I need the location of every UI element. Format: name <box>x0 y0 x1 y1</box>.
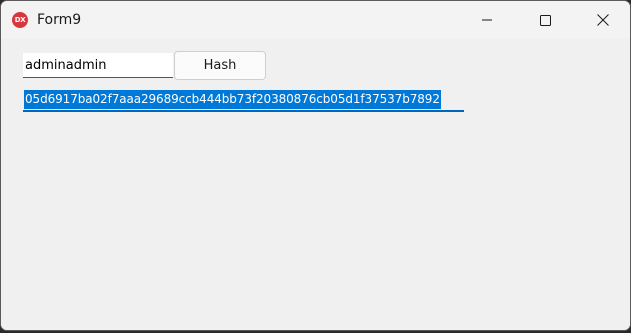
title-bar[interactable]: DX Form9 <box>1 1 630 39</box>
minimize-icon <box>482 19 492 21</box>
password-input[interactable] <box>23 53 173 78</box>
close-icon <box>597 14 609 26</box>
app-window: DX Form9 Hash 05d6917ba02f7aaa29689ccb44… <box>0 0 631 331</box>
close-button[interactable] <box>580 1 626 39</box>
app-icon: DX <box>12 12 28 28</box>
hash-button[interactable]: Hash <box>174 51 266 80</box>
hash-output-text: 05d6917ba02f7aaa29689ccb444bb73f20380876… <box>24 90 441 109</box>
hash-output-field[interactable]: 05d6917ba02f7aaa29689ccb444bb73f20380876… <box>23 89 464 112</box>
maximize-icon <box>539 14 551 26</box>
form-client-area: Hash 05d6917ba02f7aaa29689ccb444bb73f203… <box>1 39 630 330</box>
minimize-button[interactable] <box>464 1 510 39</box>
maximize-button[interactable] <box>522 1 568 39</box>
window-title: Form9 <box>37 12 82 28</box>
